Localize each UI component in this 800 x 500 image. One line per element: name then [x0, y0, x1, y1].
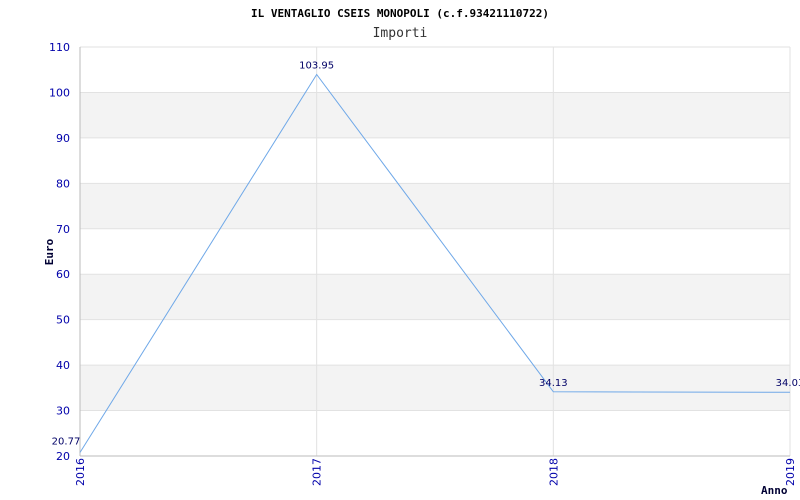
y-tick-label: 20 — [56, 450, 70, 463]
y-tick-label: 90 — [56, 132, 70, 145]
data-label: 34.13 — [539, 378, 568, 389]
grid-band — [80, 183, 790, 229]
x-tick-label: 2016 — [74, 458, 87, 486]
chart-subtitle: Importi — [373, 26, 428, 41]
data-label: 34.03 — [776, 378, 800, 389]
x-tick-label: 2018 — [547, 458, 560, 486]
line-chart: 2030405060708090100110 2016 2017 2018 2019 … — [43, 7, 800, 497]
x-tick-label: 2019 — [784, 458, 797, 486]
grid-band — [80, 365, 790, 411]
chart-title: IL VENTAGLIO CSEIS MONOPOLI (c.f.9342111… — [251, 7, 549, 20]
data-label: 103.95 — [299, 60, 334, 71]
grid-bands — [80, 92, 790, 411]
y-tick-label: 30 — [56, 405, 70, 418]
y-tick-label: 80 — [56, 177, 70, 190]
x-tick-labels: 2016 2017 2018 2019 — [74, 458, 797, 486]
y-tick-label: 100 — [49, 86, 70, 99]
y-tick-label: 70 — [56, 223, 70, 236]
data-label: 20.77 — [52, 437, 81, 448]
grid-band — [80, 92, 790, 138]
y-tick-label: 40 — [56, 359, 70, 372]
y-tick-label: 110 — [49, 41, 70, 54]
y-axis-label: Euro — [43, 238, 56, 265]
grid-band — [80, 274, 790, 320]
x-tick-label: 2017 — [311, 458, 324, 486]
y-tick-label: 60 — [56, 268, 70, 281]
x-axis-label: Anno — [761, 484, 788, 497]
y-tick-label: 50 — [56, 314, 70, 327]
